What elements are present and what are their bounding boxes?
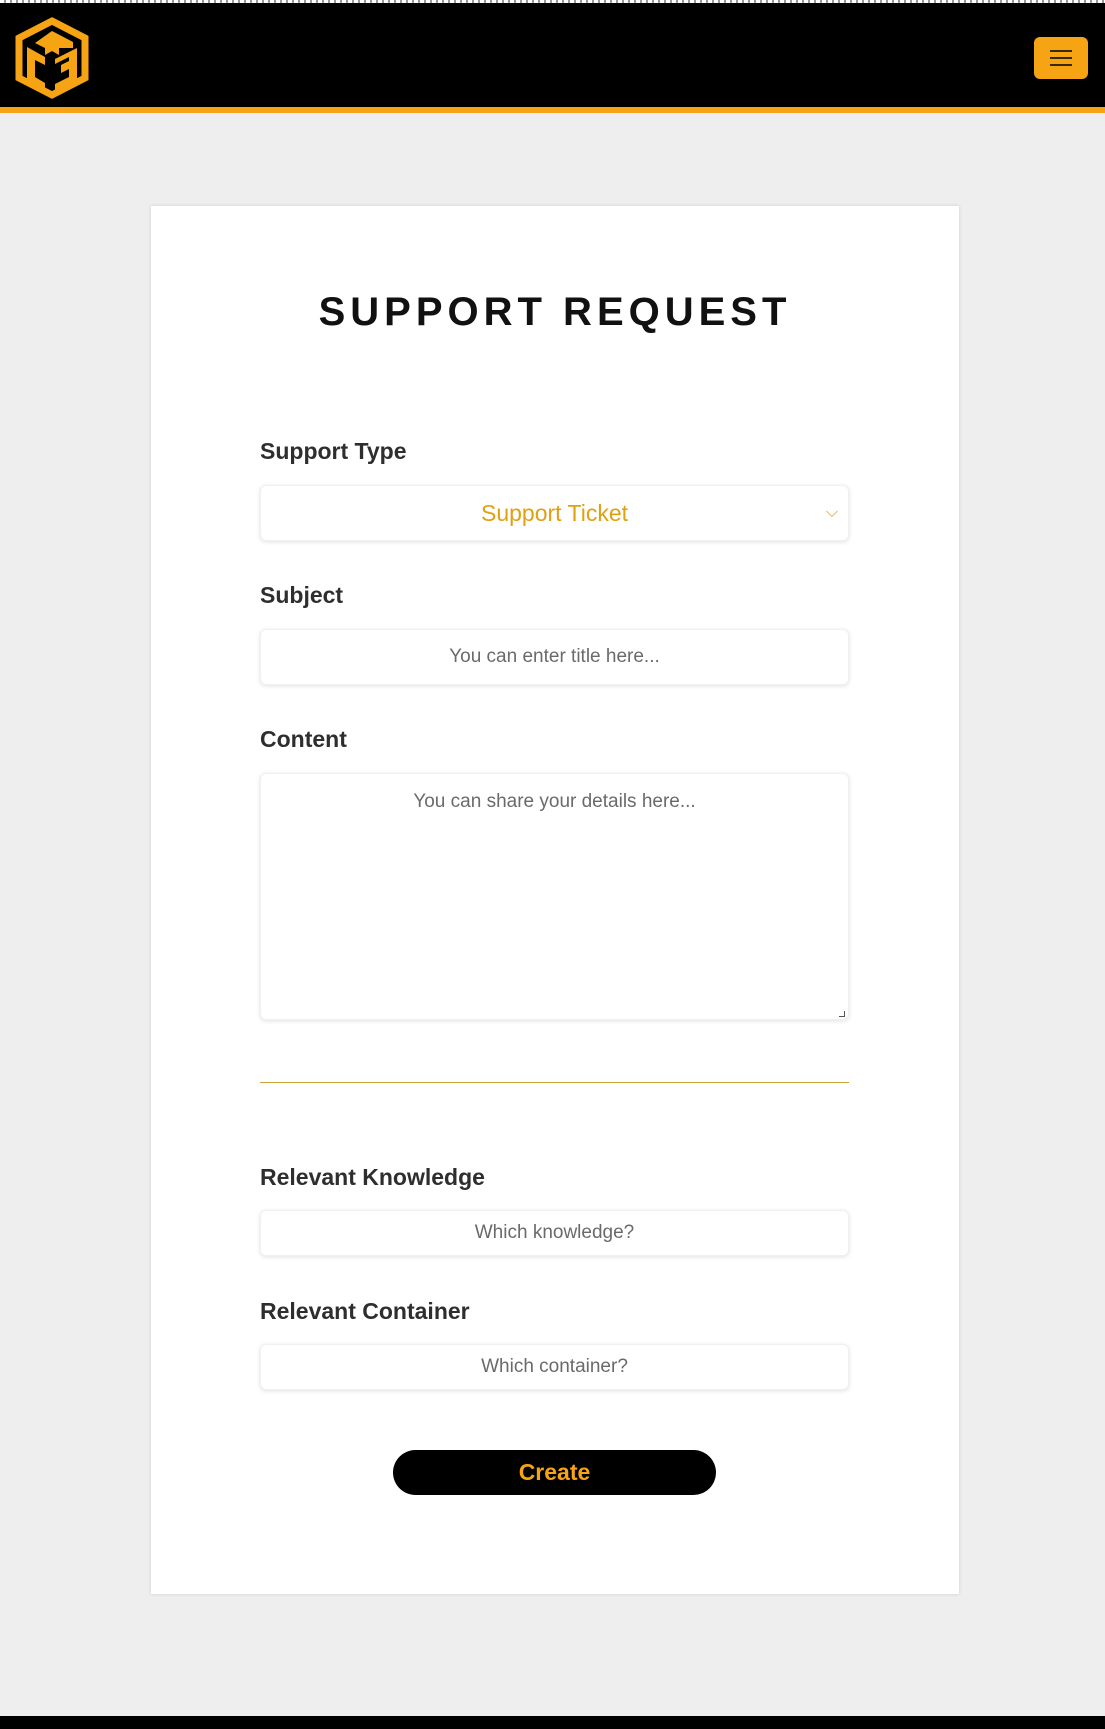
subject-placeholder: You can enter title here... [449,646,660,667]
hamburger-menu-button[interactable] [1034,37,1088,79]
content-placeholder: You can share your details here... [413,791,696,812]
page-title: SUPPORT REQUEST [318,290,792,334]
hamburger-bar [1050,64,1072,66]
subject-input[interactable]: You can enter title here... [260,629,849,685]
create-button[interactable]: Create [393,1450,716,1495]
cube-cg-logo-icon[interactable] [15,17,89,99]
subject-label: Subject [260,582,344,608]
resize-handle-icon[interactable] [839,1011,845,1017]
content-label: Content [260,726,347,752]
support-type-label: Support Type [260,438,407,464]
footer-bar [0,1716,1105,1729]
hamburger-menu-icon [1050,50,1072,52]
relevant-container-placeholder: Which container? [481,1356,628,1377]
relevant-container-input[interactable]: Which container? [260,1344,849,1390]
support-request-card: SUPPORT REQUEST Support Type Support Tic… [151,206,959,1594]
relevant-container-label: Relevant Container [260,1298,470,1324]
relevant-knowledge-input[interactable]: Which knowledge? [260,1210,849,1256]
relevant-knowledge-placeholder: Which knowledge? [474,1222,635,1243]
section-divider [260,1082,849,1083]
content-textarea[interactable]: You can share your details here... [260,773,849,1020]
support-type-selected-value: Support Ticket [480,500,629,526]
support-type-select[interactable]: Support Ticket ⌵ [260,485,849,541]
navbar [0,3,1105,113]
chevron-down-icon: ⌵ [825,504,838,521]
relevant-knowledge-label: Relevant Knowledge [260,1164,485,1190]
hamburger-bar [1050,57,1072,59]
